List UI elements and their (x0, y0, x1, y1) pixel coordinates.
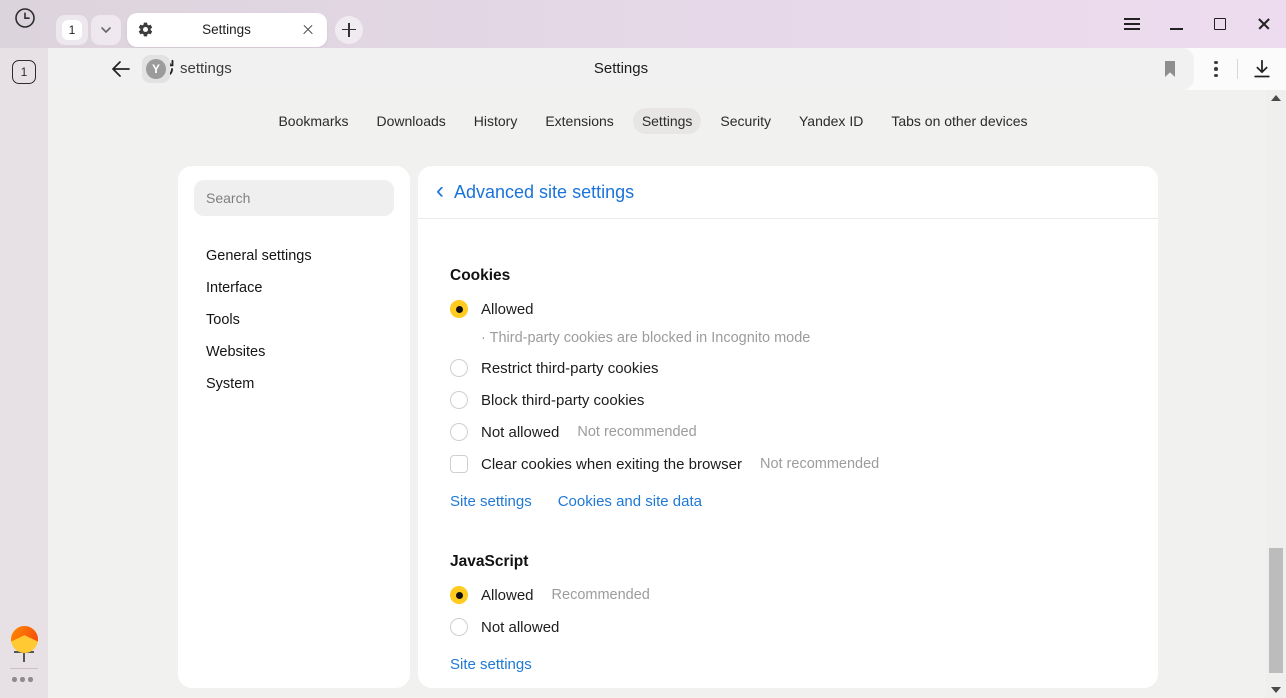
radio-row-cookies-not-allowed[interactable]: Not allowed Not recommended (450, 422, 1126, 442)
scroll-down-icon[interactable] (1271, 687, 1281, 693)
sidebar-item-general[interactable]: General settings (178, 240, 410, 272)
radio-row-js-allowed[interactable]: Allowed Recommended (450, 585, 1126, 605)
tab-strip: 1 Settings (56, 11, 363, 48)
card-body: Cookies Allowed · Third-party cookies ar… (418, 219, 1158, 673)
close-button[interactable] (1254, 14, 1274, 34)
rail-divider (10, 668, 38, 669)
tab-close-icon[interactable] (299, 21, 317, 39)
minimize-button[interactable] (1166, 14, 1186, 34)
close-icon (1256, 16, 1272, 32)
tab-group-count: 1 (62, 20, 82, 40)
rail-tab-count: 1 (21, 65, 28, 79)
nav-tab-yandex-id[interactable]: Yandex ID (790, 108, 872, 134)
radio-note: Recommended (552, 587, 650, 603)
sidebar-item-interface[interactable]: Interface (178, 272, 410, 304)
checkbox-row-clear-cookies[interactable]: Clear cookies when exiting the browser N… (450, 454, 1126, 474)
checkbox-label[interactable]: Clear cookies when exiting the browser (481, 456, 742, 473)
left-rail: 1 (0, 48, 48, 698)
card-header[interactable]: ‹ Advanced site settings (418, 166, 1158, 219)
history-clock-icon[interactable] (13, 6, 37, 30)
radio-label[interactable]: Not allowed (481, 619, 559, 636)
javascript-section: JavaScript Allowed Recommended Not allow… (450, 553, 1126, 673)
minimize-icon (1170, 28, 1183, 30)
radio-row-js-not-allowed[interactable]: Not allowed (450, 617, 1126, 637)
maximize-icon (1214, 18, 1226, 30)
bookmark-button[interactable] (1160, 59, 1180, 79)
radio-label[interactable]: Block third-party cookies (481, 392, 644, 409)
omnibox[interactable]: Y settings Settings (48, 48, 1194, 90)
radio-label[interactable]: Restrict third-party cookies (481, 360, 659, 377)
radio-selected[interactable] (450, 586, 468, 604)
hamburger-icon (1124, 18, 1140, 30)
tab-group-dropdown[interactable] (91, 15, 121, 45)
radio-unselected[interactable] (450, 618, 468, 636)
settings-nav: Bookmarks Downloads History Extensions S… (48, 108, 1258, 134)
sidebar-item-system[interactable]: System (178, 368, 410, 400)
gear-icon (137, 21, 154, 38)
sidebar-item-websites[interactable]: Websites (178, 336, 410, 368)
toolbar-divider (1237, 59, 1238, 79)
cookies-links: Site settings Cookies and site data (450, 493, 1126, 510)
radio-unselected[interactable] (450, 359, 468, 377)
yandex-mail-icon[interactable] (11, 626, 38, 653)
nav-tab-downloads[interactable]: Downloads (368, 108, 455, 134)
radio-label[interactable]: Allowed (481, 301, 534, 318)
nav-tab-extensions[interactable]: Extensions (536, 108, 622, 134)
rail-more-icon[interactable] (12, 677, 33, 682)
link-cookies-site-data[interactable]: Cookies and site data (558, 493, 702, 510)
new-tab-button[interactable] (335, 16, 363, 44)
link-site-settings[interactable]: Site settings (450, 493, 532, 510)
bookmark-icon (1160, 59, 1180, 79)
scrollbar-thumb[interactable] (1269, 548, 1283, 673)
scroll-up-icon[interactable] (1271, 95, 1281, 101)
downloads-button[interactable] (1251, 58, 1273, 80)
radio-unselected[interactable] (450, 423, 468, 441)
download-icon (1251, 58, 1273, 80)
back-chevron-icon: ‹ (436, 179, 444, 203)
javascript-section-title: JavaScript (450, 553, 1126, 571)
tab-title: Settings (154, 22, 299, 37)
settings-sidebar: General settings Interface Tools Website… (178, 166, 410, 688)
nav-tab-history[interactable]: History (465, 108, 527, 134)
radio-unselected[interactable] (450, 391, 468, 409)
radio-label[interactable]: Not allowed (481, 424, 559, 441)
nav-tab-bookmarks[interactable]: Bookmarks (269, 108, 357, 134)
address-bar-row: Y settings Settings (48, 48, 1286, 90)
link-site-settings[interactable]: Site settings (450, 656, 532, 673)
javascript-links: Site settings (450, 656, 1126, 673)
sidebar-item-tools[interactable]: Tools (178, 304, 410, 336)
advanced-site-settings-card: ‹ Advanced site settings Cookies Allowed… (418, 166, 1158, 688)
tab-settings[interactable]: Settings (127, 13, 327, 47)
more-menu-button[interactable] (1205, 58, 1227, 80)
maximize-button[interactable] (1210, 14, 1230, 34)
checkbox-unchecked[interactable] (450, 455, 468, 473)
browser-menu-button[interactable] (1122, 14, 1142, 34)
settings-page: Bookmarks Downloads History Extensions S… (48, 90, 1286, 698)
radio-row-restrict-third-party[interactable]: Restrict third-party cookies (450, 358, 1126, 378)
page-title: Settings (48, 60, 1194, 77)
search-input[interactable] (194, 180, 394, 216)
tab-group-button[interactable]: 1 (56, 15, 88, 45)
nav-tab-settings[interactable]: Settings (633, 108, 702, 134)
nav-tab-other-devices[interactable]: Tabs on other devices (882, 108, 1036, 134)
rail-tab-counter[interactable]: 1 (12, 60, 36, 84)
radio-note: Not recommended (577, 424, 696, 440)
cookies-info-note: · Third-party cookies are blocked in Inc… (481, 330, 1126, 346)
scrollbar[interactable] (1266, 90, 1286, 698)
cookies-section-title: Cookies (450, 267, 1126, 285)
checkbox-note: Not recommended (760, 456, 879, 472)
chevron-down-icon (99, 23, 113, 37)
sidebar-list: General settings Interface Tools Website… (178, 240, 410, 400)
window-controls (1122, 0, 1274, 48)
titlebar: 1 Settings (0, 0, 1286, 48)
tab-group-control: 1 (56, 15, 121, 45)
radio-row-block-third-party[interactable]: Block third-party cookies (450, 390, 1126, 410)
radio-selected[interactable] (450, 300, 468, 318)
card-title: Advanced site settings (454, 182, 634, 203)
nav-tab-security[interactable]: Security (711, 108, 780, 134)
radio-row-cookies-allowed[interactable]: Allowed (450, 299, 1126, 319)
radio-label[interactable]: Allowed (481, 587, 534, 604)
